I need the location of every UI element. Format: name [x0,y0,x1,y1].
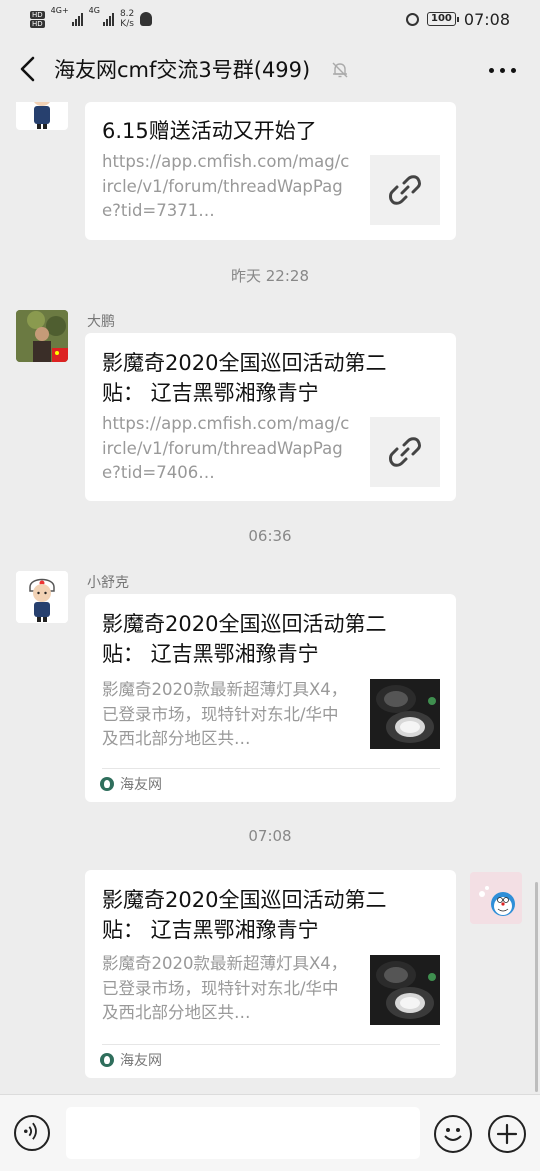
input-bar [0,1094,540,1171]
avatar[interactable] [16,571,68,623]
status-bar: HD HD 4G+ 4G 8.2 K/s 100 07:08 [0,0,540,38]
speed-unit: K/s [120,19,134,29]
card-title: 影魔奇2020全国巡回活动第二贴： 辽吉黑鄂湘豫青宁 [102,888,387,942]
signal-icon [71,12,83,26]
chat-message-list[interactable]: 6.15赠送活动又开始了 https://app.cmfish.com/mag/… [0,102,540,1094]
hd-label-1: HD [30,10,45,19]
card-title: 6.15赠送活动又开始了 [102,119,317,143]
mute-bell-icon [332,62,348,78]
cartoon-boy-avatar-icon [34,102,50,129]
article-source: 海友网 [100,1050,162,1070]
source-name: 海友网 [120,1053,162,1069]
hd-label-2: HD [30,19,45,28]
scrollbar[interactable] [535,882,538,1092]
more-functions-button[interactable] [488,1115,526,1153]
back-arrow-icon[interactable] [14,54,44,84]
article-thumbnail [370,955,440,1025]
signal-icon-2 [102,12,114,26]
sender-name: 大鹏 [87,314,115,330]
timestamp: 06:36 [248,527,292,545]
source-logo-icon [100,1053,114,1067]
emoji-button[interactable] [434,1115,472,1153]
battery-indicator: 100 [427,12,459,26]
link-card-2[interactable]: 影魔奇2020全国巡回活动第二贴： 辽吉黑鄂湘豫青宁 https://app.c… [85,333,456,501]
avatar[interactable] [16,310,68,362]
timestamp: 07:08 [248,827,292,845]
status-right: 100 07:08 [406,8,510,30]
source-name: 海友网 [120,777,162,793]
link-card-1[interactable]: 6.15赠送活动又开始了 https://app.cmfish.com/mag/… [85,102,456,240]
more-options-button[interactable] [489,68,516,73]
card-description: https://app.cmfish.com/mag/circle/v1/for… [102,152,350,220]
timestamp: 昨天 22:28 [231,267,309,285]
chat-header: 海友网cmf交流3号群(499) [0,38,540,102]
link-icon [370,155,440,225]
source-logo-icon [100,777,114,791]
card-title: 影魔奇2020全国巡回活动第二贴： 辽吉黑鄂湘豫青宁 [102,351,387,405]
hd-indicator: HD HD [30,10,45,28]
network-type: 4G+ [50,6,69,15]
status-left: HD HD 4G+ 4G 8.2 K/s [30,6,153,32]
alarm-icon [406,12,420,26]
voice-icon [24,1122,37,1140]
my-avatar[interactable] [470,872,522,924]
sender-name: 小舒克 [87,575,129,591]
photo-avatar-icon [16,310,68,362]
voice-input-button[interactable] [14,1115,50,1151]
card-title: 影魔奇2020全国巡回活动第二贴： 辽吉黑鄂湘豫青宁 [102,612,387,666]
plus-icon [496,1123,518,1145]
smiley-icon [444,1128,462,1141]
card-description: 影魔奇2020款最新超薄灯具X4，已登录市场，现特针对东北/华中及西北部分地区共… [102,680,348,748]
network-speed: 8.2 K/s [120,9,134,29]
article-card-4[interactable]: 影魔奇2020全国巡回活动第二贴： 辽吉黑鄂湘豫青宁 影魔奇2020款最新超薄灯… [85,870,456,1078]
article-card-3[interactable]: 影魔奇2020全国巡回活动第二贴： 辽吉黑鄂湘豫青宁 影魔奇2020款最新超薄灯… [85,594,456,802]
link-icon [370,417,440,487]
card-description: 影魔奇2020款最新超薄灯具X4，已登录市场，现特针对东北/华中及西北部分地区共… [102,954,348,1022]
avatar[interactable] [16,102,68,130]
message-input[interactable] [66,1107,420,1159]
qq-notification-icon [140,12,153,26]
doraemon-avatar-icon [470,872,522,924]
card-divider [102,1044,440,1045]
network-type-2: 4G [88,6,100,15]
cartoon-boy-avatar-icon [16,571,68,623]
card-description: https://app.cmfish.com/mag/circle/v1/for… [102,414,350,482]
chat-title: 海友网cmf交流3号群(499) [54,58,311,82]
article-source: 海友网 [100,774,162,794]
clock: 07:08 [463,9,510,29]
speed-value: 8.2 [119,9,135,19]
card-divider [102,768,440,769]
article-thumbnail [370,679,440,749]
